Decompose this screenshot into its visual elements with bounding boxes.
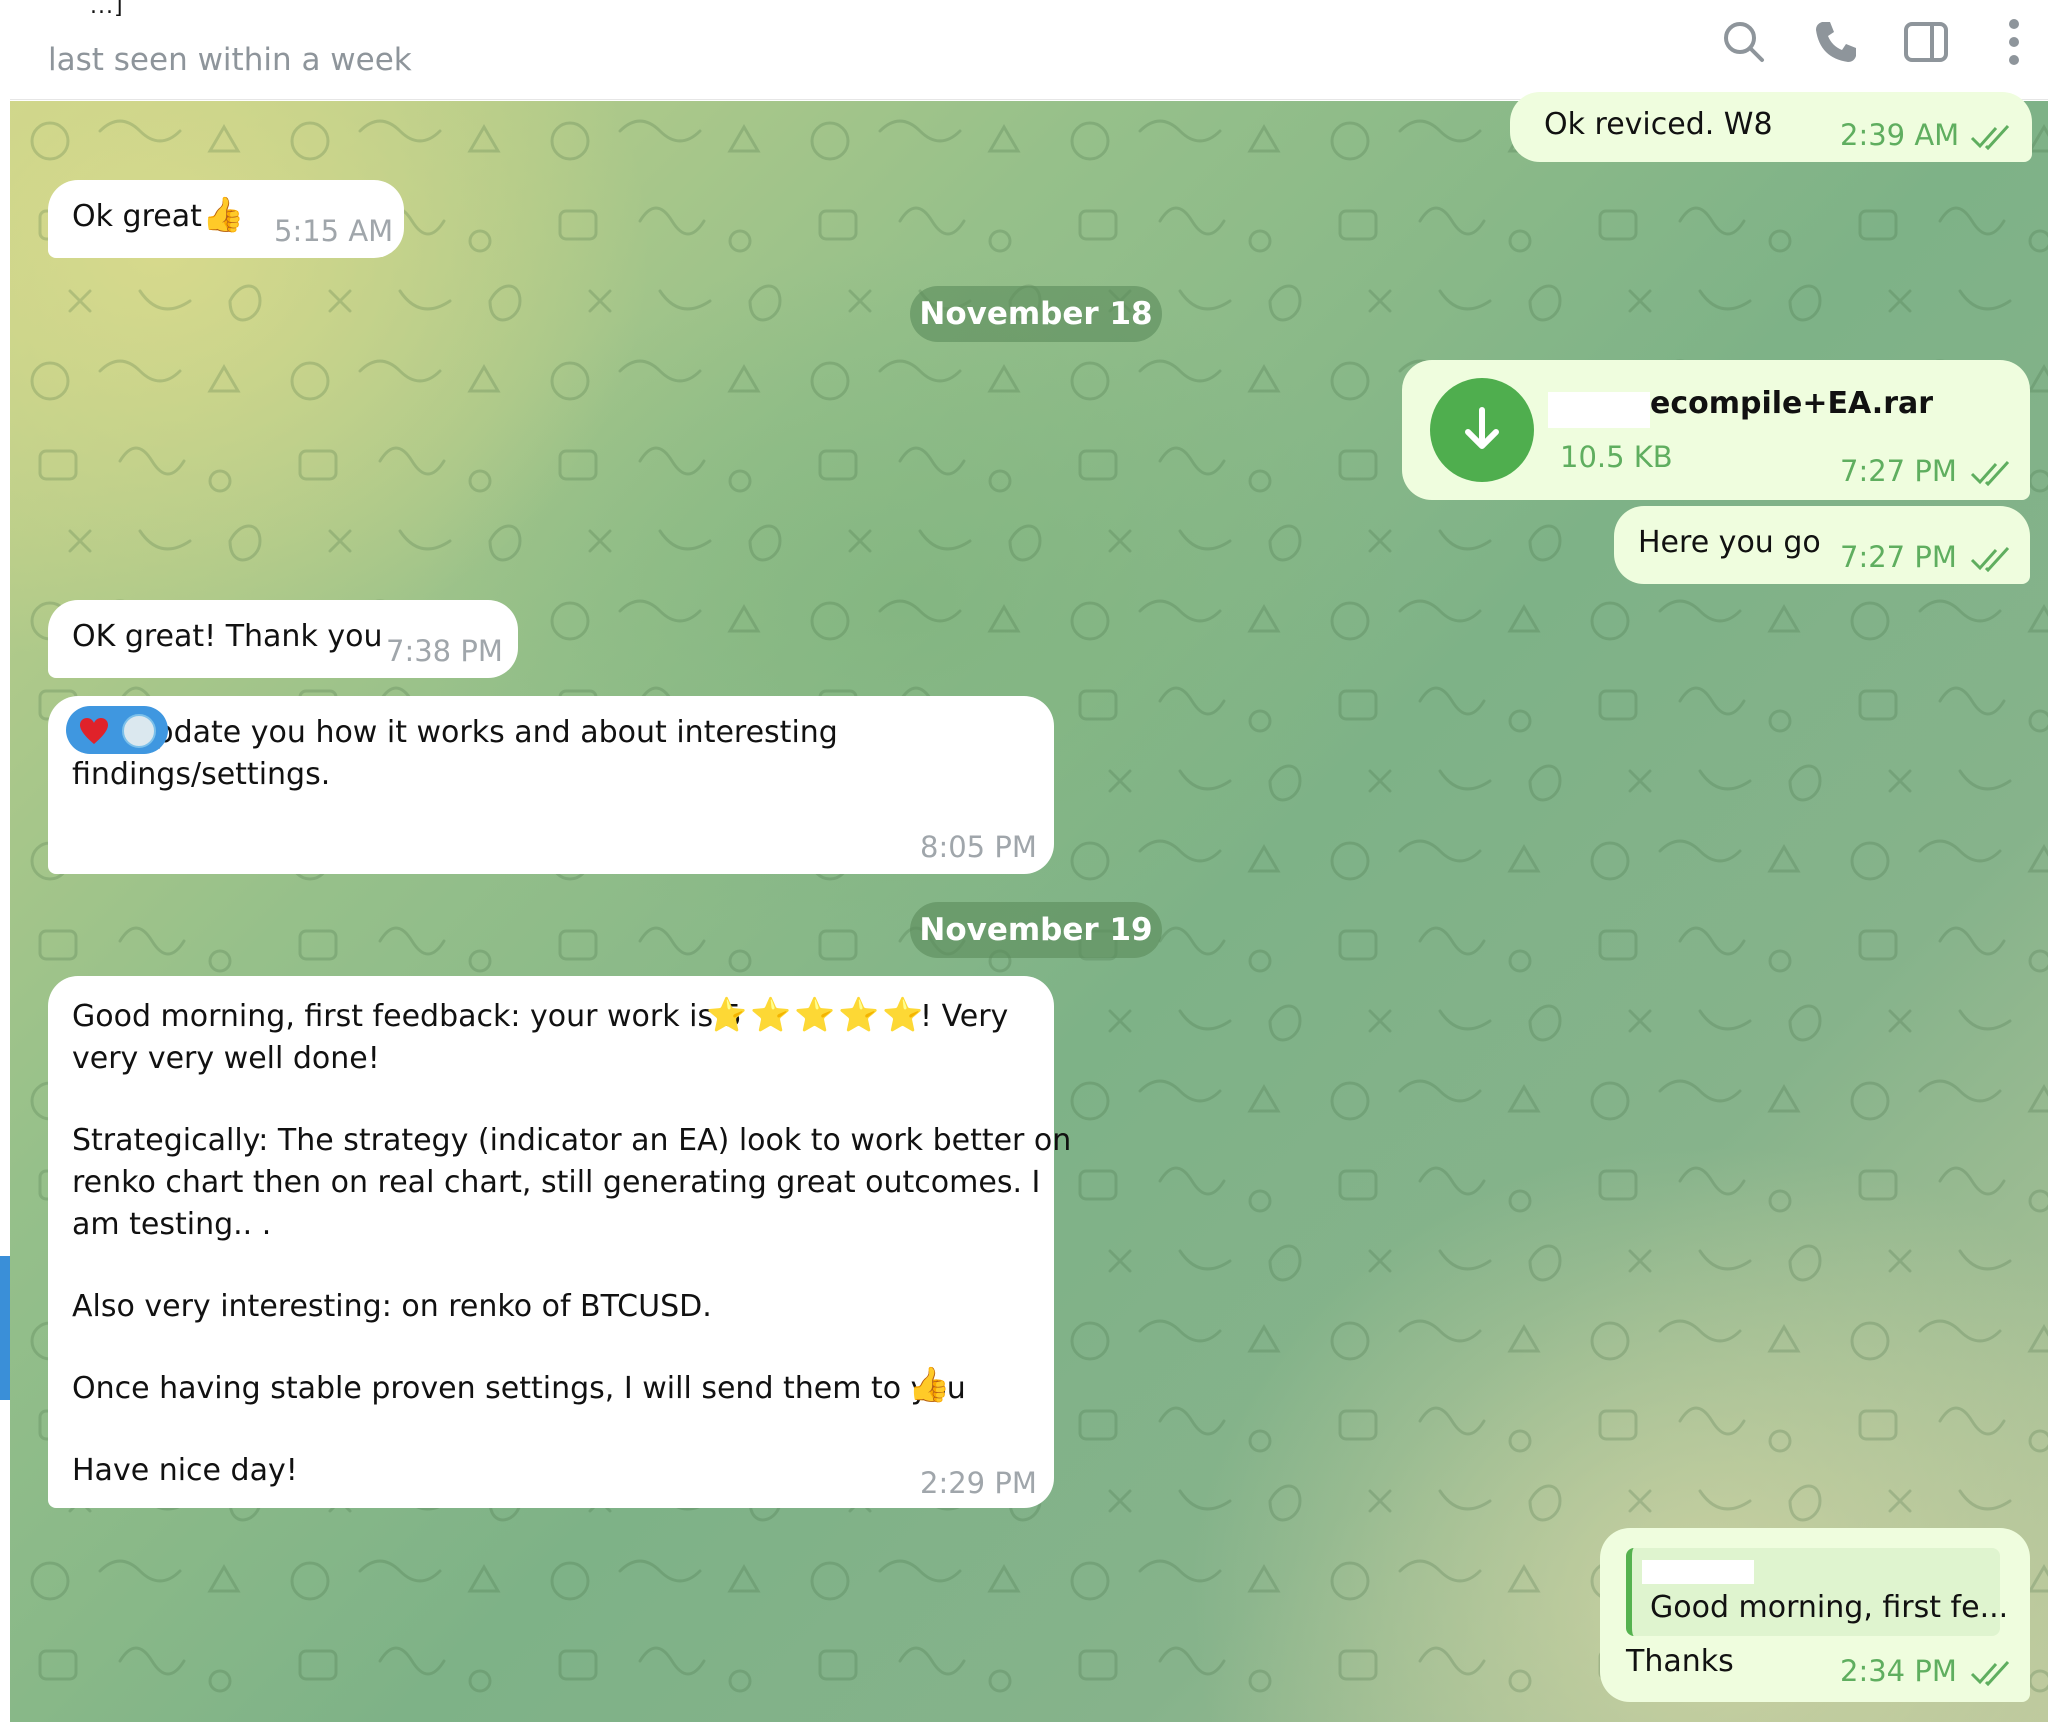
double-check-icon bbox=[1970, 460, 2012, 487]
more-vertical-icon[interactable] bbox=[1994, 14, 2034, 70]
message-text-line: Good morning, first feedback: your work … bbox=[72, 999, 742, 1034]
message-text: OK great! Thank you bbox=[72, 619, 383, 654]
message-time: 5:15 AM bbox=[274, 214, 394, 248]
message-text: Thanks bbox=[1626, 1644, 1734, 1679]
heart-icon bbox=[80, 718, 108, 744]
date-separator: November 18 bbox=[910, 286, 1162, 342]
message-time: 2:34 PM bbox=[1840, 1654, 1957, 1688]
chat-title[interactable]: ...] bbox=[90, 0, 124, 19]
redacted-filename bbox=[1548, 392, 1650, 428]
search-icon[interactable] bbox=[1716, 14, 1772, 70]
reply-quote[interactable]: Good morning, first fe... bbox=[1626, 1548, 2008, 1636]
thumbs-up-icon: 👍 bbox=[202, 195, 245, 235]
message-time: 7:27 PM bbox=[1840, 454, 1957, 488]
five-stars-icon: ⭐⭐⭐⭐⭐ bbox=[706, 995, 927, 1034]
message-time: 2:29 PM bbox=[920, 1466, 1037, 1500]
thumbs-up-icon: 👍 bbox=[908, 1365, 951, 1405]
phone-icon[interactable] bbox=[1808, 14, 1864, 70]
message-incoming[interactable]: Ok great 👍 5:15 AM bbox=[48, 180, 404, 258]
reactions-chip[interactable] bbox=[66, 706, 168, 754]
message-text-line: renko chart then on real chart, still ge… bbox=[72, 1165, 1041, 1200]
left-edge bbox=[0, 0, 10, 1722]
download-arrow-icon bbox=[1465, 407, 1499, 449]
message-text: Ok reviced. W8 bbox=[1544, 107, 1773, 142]
message-text-line: Strategically: The strategy (indicator a… bbox=[72, 1123, 1072, 1158]
message-outgoing[interactable]: Here you go 7:27 PM bbox=[1614, 506, 2030, 584]
message-incoming[interactable]: Good morning, first feedback: your work … bbox=[48, 976, 1071, 1508]
redacted-quote-author bbox=[1642, 1560, 1754, 1584]
message-text-line: am testing.. . bbox=[72, 1207, 272, 1242]
message-text-line: Will update you how it works and about i… bbox=[72, 715, 838, 750]
message-text-line: Also very interesting: on renko of BTCUS… bbox=[72, 1289, 712, 1324]
message-text: Here you go bbox=[1638, 525, 1821, 560]
message-time: 8:05 PM bbox=[920, 830, 1037, 864]
file-name[interactable]: ecompile+EA.rar bbox=[1650, 386, 1933, 421]
message-time: 7:27 PM bbox=[1840, 540, 1957, 574]
message-outgoing[interactable]: Ok reviced. W8 2:39 AM bbox=[1510, 92, 2032, 162]
chat-header: ...] last seen within a week bbox=[10, 0, 2048, 100]
message-time: 7:38 PM bbox=[386, 634, 503, 668]
message-text: Ok great bbox=[72, 199, 202, 234]
last-seen-status: last seen within a week bbox=[48, 42, 412, 78]
message-text-line: Once having stable proven settings, I wi… bbox=[72, 1371, 966, 1406]
message-text-line: ! Very bbox=[920, 999, 1009, 1034]
message-text-line: very very well done! bbox=[72, 1041, 380, 1076]
file-size: 10.5 KB bbox=[1560, 440, 1673, 474]
sidebar-toggle-icon[interactable] bbox=[1898, 14, 1954, 70]
download-button[interactable] bbox=[1430, 378, 1534, 482]
emoji-face-icon bbox=[122, 714, 156, 748]
double-check-icon bbox=[1970, 1660, 2012, 1687]
message-incoming[interactable]: OK great! Thank you 7:38 PM bbox=[48, 600, 518, 678]
message-incoming[interactable]: Will update you how it works and about i… bbox=[48, 696, 1054, 874]
quote-text: Good morning, first fe... bbox=[1650, 1590, 2009, 1625]
message-time: 2:39 AM bbox=[1840, 118, 1960, 152]
left-accent-bar bbox=[0, 1256, 10, 1400]
double-check-icon bbox=[1970, 120, 2012, 151]
message-text-line: Have nice day! bbox=[72, 1453, 298, 1488]
message-text-line: findings/settings. bbox=[72, 757, 331, 792]
double-check-icon bbox=[1970, 542, 2012, 573]
date-separator: November 19 bbox=[910, 902, 1162, 958]
